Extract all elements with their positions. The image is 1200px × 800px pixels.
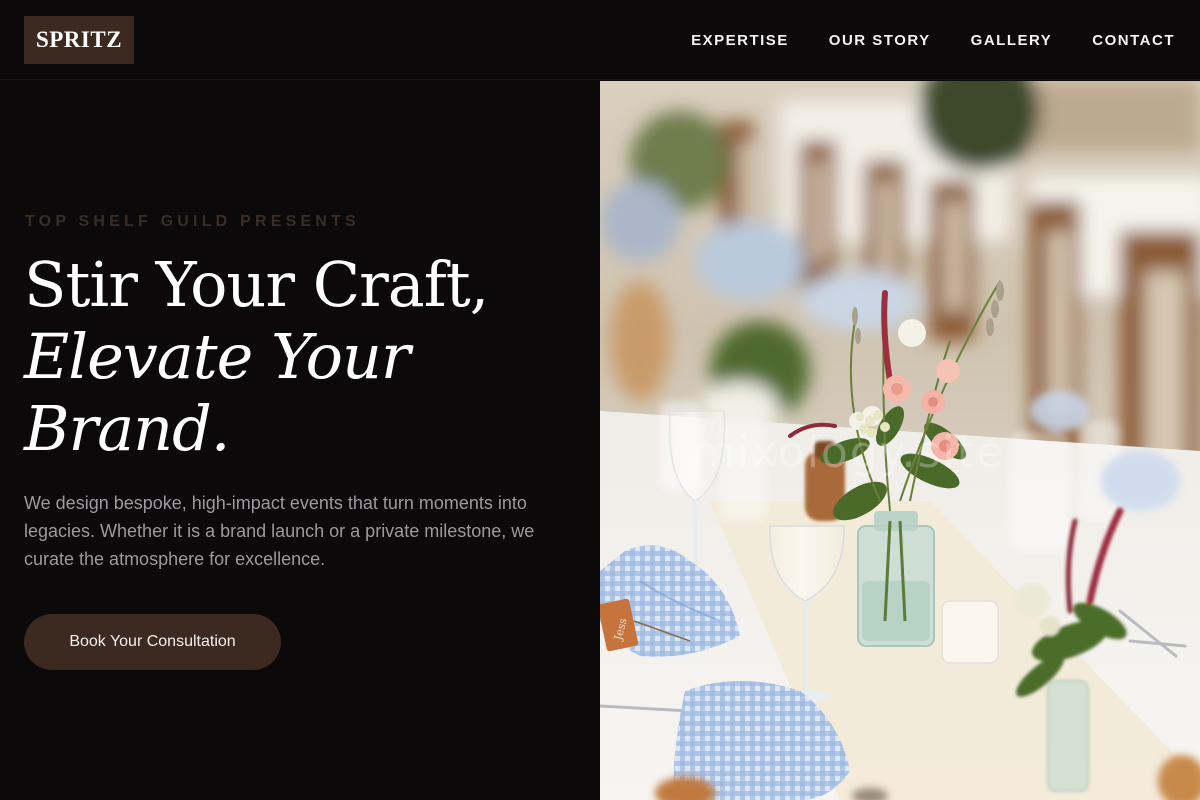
hero-description: We design bespoke, high-impact events th…	[24, 493, 535, 569]
table-setting-illustration: Jess	[600, 81, 1200, 800]
nav-link-our-story[interactable]: OUR STORY	[829, 32, 931, 49]
headline-line-1: Stir Your Craft,	[24, 248, 489, 321]
bottle-vase	[857, 511, 935, 647]
nav-link-contact[interactable]: CONTACT	[1092, 32, 1175, 49]
nav-link-expertise[interactable]: EXPERTISE	[691, 32, 789, 49]
nav-link-gallery[interactable]: GALLERY	[971, 32, 1053, 49]
hero-image: Jess mixology.site	[600, 81, 1200, 800]
hero-text-panel: TOP SHELF GUILD PRESENTS Stir Your Craft…	[0, 81, 600, 800]
headline-line-3: Brand.	[24, 392, 231, 465]
small-glass	[941, 600, 999, 664]
headline-line-2: Elevate Your	[24, 320, 411, 393]
hero-eyebrow: TOP SHELF GUILD PRESENTS	[25, 213, 360, 230]
book-consultation-button[interactable]: Book Your Consultation	[24, 614, 281, 670]
hero-headline: Stir Your Craft, Elevate Your Brand.	[24, 248, 489, 465]
site-header: SPRITZ EXPERTISE OUR STORY GALLERY CONTA…	[0, 0, 1200, 80]
main-nav: EXPERTISE OUR STORY GALLERY CONTACT	[691, 0, 1175, 80]
brand-logo[interactable]: SPRITZ	[24, 16, 134, 64]
